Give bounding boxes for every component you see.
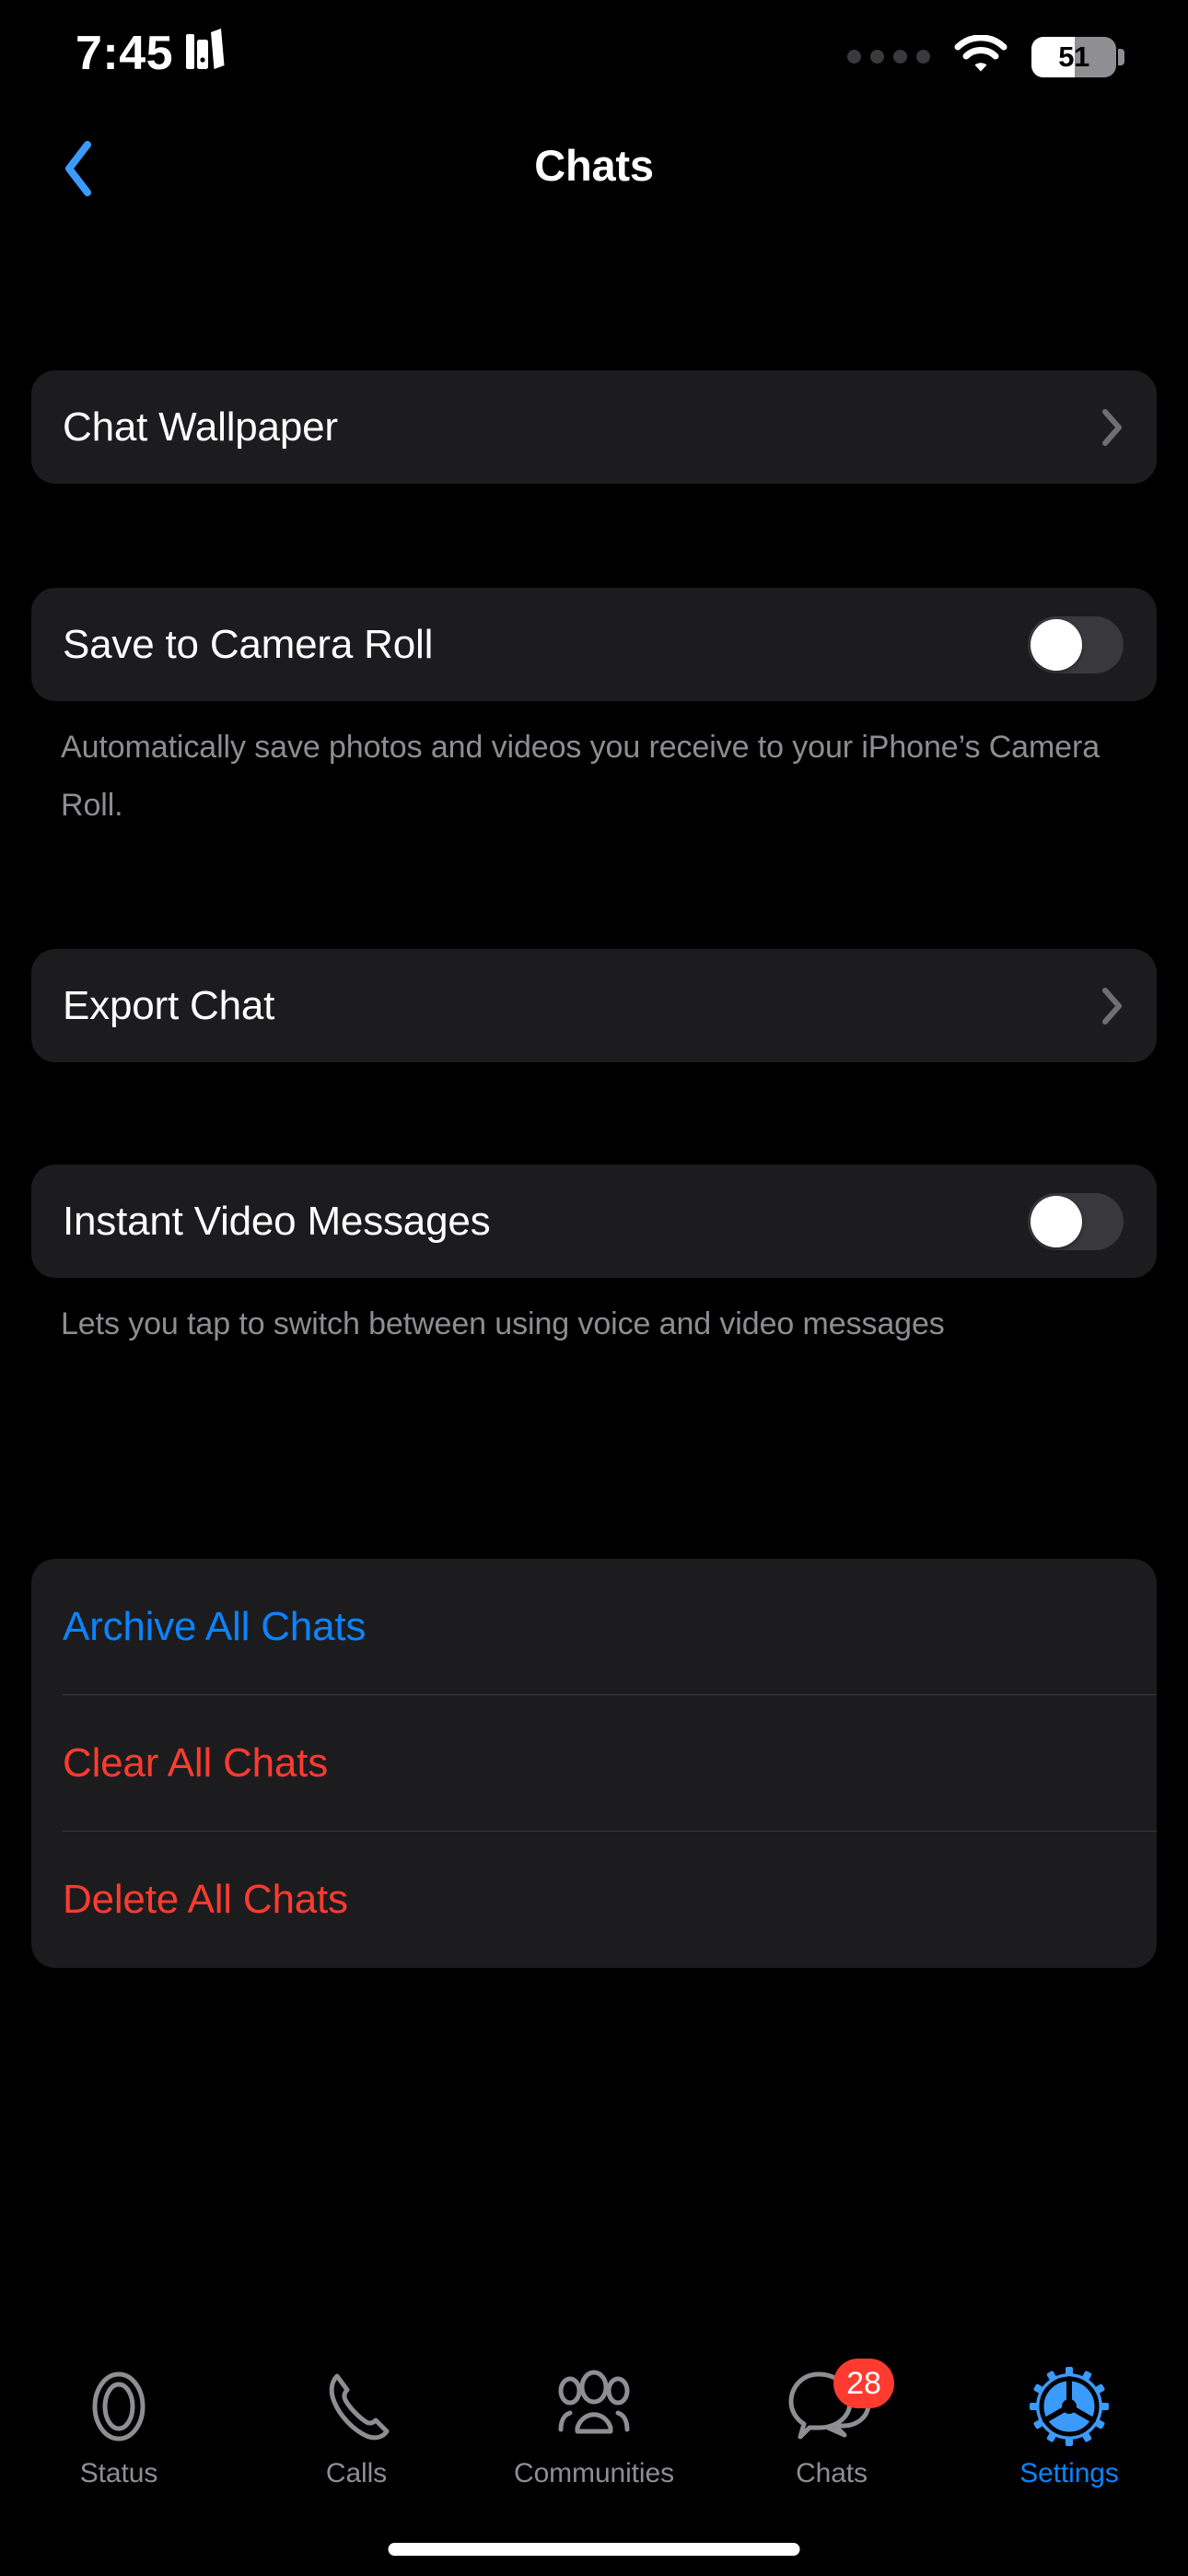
- tab-status-label: Status: [79, 2458, 158, 2488]
- home-indicator[interactable]: [388, 2543, 800, 2556]
- clock-label: 7:45: [76, 27, 174, 80]
- delete-all-chats-row[interactable]: Delete All Chats: [31, 1832, 1157, 1968]
- wifi-icon: [954, 34, 1007, 78]
- gear-icon: [1030, 2362, 1109, 2451]
- status-rings-icon: [82, 2362, 156, 2451]
- navigation-bar: Chats: [0, 120, 1188, 221]
- tab-status[interactable]: Status: [0, 2362, 238, 2489]
- status-bar-left: 7:45: [76, 26, 225, 81]
- status-bar: 7:45 51: [0, 0, 1188, 115]
- instant-video-card: Instant Video Messages: [31, 1165, 1157, 1278]
- phone-icon: [320, 2362, 392, 2451]
- export-chat-row[interactable]: Export Chat: [31, 949, 1157, 1062]
- chat-wallpaper-card[interactable]: Chat Wallpaper: [31, 370, 1157, 484]
- books-icon: [186, 26, 225, 81]
- save-camera-roll-row: Save to Camera Roll: [31, 588, 1157, 701]
- battery-nub: [1118, 48, 1124, 65]
- tab-calls[interactable]: Calls: [238, 2362, 475, 2489]
- save-camera-roll-label: Save to Camera Roll: [63, 621, 434, 667]
- instant-video-label: Instant Video Messages: [63, 1198, 491, 1244]
- toggle-knob: [1031, 618, 1082, 671]
- tab-communities-label: Communities: [514, 2458, 674, 2488]
- bulk-actions-card: Archive All Chats Clear All Chats Delete…: [31, 1559, 1157, 1968]
- clear-all-chats-row[interactable]: Clear All Chats: [31, 1695, 1157, 1832]
- instant-video-row: Instant Video Messages: [31, 1165, 1157, 1278]
- chat-bubbles-icon: 28: [786, 2359, 894, 2451]
- page-title: Chats: [534, 141, 654, 190]
- signal-dots-icon: [847, 50, 930, 64]
- instant-video-toggle[interactable]: [1028, 1192, 1124, 1250]
- chevron-right-icon: [1101, 408, 1124, 447]
- archive-all-chats-label: Archive All Chats: [63, 1604, 367, 1649]
- phone-screen: 7:45 51 Chats Chat Wallpaper Save to Cam…: [0, 0, 1188, 2576]
- communities-people-icon: [544, 2362, 644, 2451]
- battery-indicator: 51: [1031, 36, 1124, 77]
- chat-wallpaper-row[interactable]: Chat Wallpaper: [31, 370, 1157, 484]
- tab-chats[interactable]: 28 Chats: [713, 2359, 950, 2489]
- tab-communities[interactable]: Communities: [475, 2362, 713, 2489]
- export-chat-label: Export Chat: [63, 982, 275, 1028]
- export-chat-card[interactable]: Export Chat: [31, 949, 1157, 1062]
- save-camera-roll-card: Save to Camera Roll: [31, 588, 1157, 701]
- chat-wallpaper-label: Chat Wallpaper: [63, 404, 338, 450]
- tab-chats-label: Chats: [796, 2458, 868, 2488]
- instant-video-footnote: Lets you tap to switch between using voi…: [61, 1306, 945, 1341]
- battery-percent-label: 51: [1058, 40, 1089, 73]
- tab-calls-label: Calls: [325, 2458, 388, 2488]
- chats-unread-badge: 28: [833, 2359, 894, 2408]
- delete-all-chats-label: Delete All Chats: [63, 1877, 348, 1922]
- save-camera-roll-footnote: Automatically save photos and videos you…: [61, 730, 1101, 823]
- status-bar-right: 51: [847, 34, 1124, 78]
- save-camera-roll-toggle[interactable]: [1028, 615, 1124, 673]
- tab-settings-label: Settings: [1019, 2458, 1119, 2488]
- toggle-knob: [1031, 1195, 1082, 1247]
- archive-all-chats-row[interactable]: Archive All Chats: [31, 1559, 1157, 1695]
- chevron-right-icon: [1101, 987, 1124, 1025]
- clear-all-chats-label: Clear All Chats: [63, 1740, 329, 1786]
- tab-settings[interactable]: Settings: [950, 2362, 1188, 2489]
